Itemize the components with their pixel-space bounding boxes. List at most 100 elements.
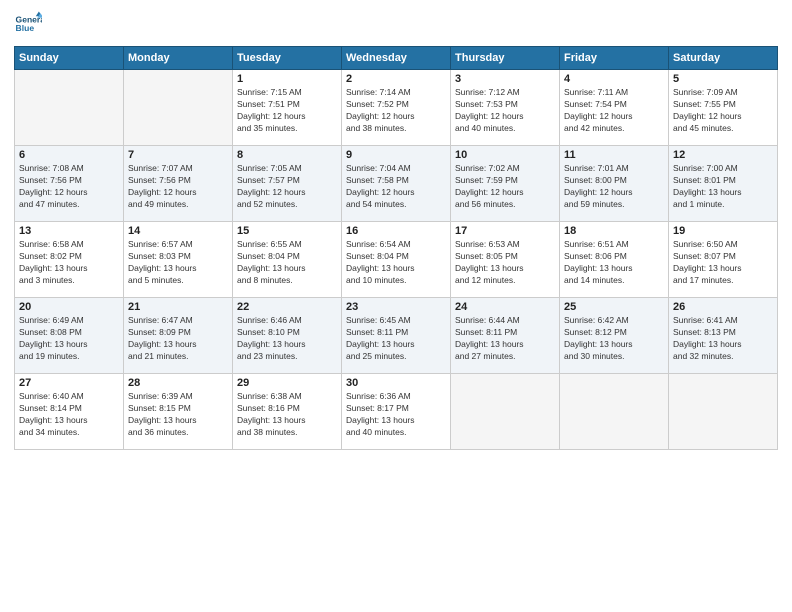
calendar-cell: 19Sunrise: 6:50 AM Sunset: 8:07 PM Dayli… xyxy=(669,222,778,298)
weekday-header-wednesday: Wednesday xyxy=(342,47,451,70)
calendar-cell: 28 Sunrise: 6:39 AM Sunset: 8:15 PM Dayli… xyxy=(124,374,233,450)
day-number: 18 xyxy=(564,225,664,237)
calendar-cell: 6 Sunrise: 7:08 AM Sunset: 7:56 PM Daylig… xyxy=(15,146,124,222)
day-number: 12 xyxy=(673,149,773,161)
day-number: 10 xyxy=(455,149,555,161)
calendar-cell: 8 Sunrise: 7:05 AM Sunset: 7:57 PM Daylig… xyxy=(233,146,342,222)
day-info: Sunrise: 6:50 AM Sunset: 8:07 PM Dayligh… xyxy=(673,239,773,287)
weekday-header-sunday: Sunday xyxy=(15,47,124,70)
day-number: 9 xyxy=(346,149,446,161)
day-number: 17 xyxy=(455,225,555,237)
day-number: 2 xyxy=(346,73,446,85)
header: General Blue xyxy=(14,10,778,38)
day-info: Sunrise: 6:36 AM Sunset: 8:17 PM Dayligh… xyxy=(346,391,446,439)
day-number: 22 xyxy=(237,301,337,313)
day-number: 24 xyxy=(455,301,555,313)
calendar-cell: 27 Sunrise: 6:40 AM Sunset: 8:14 PM Dayli… xyxy=(15,374,124,450)
day-info: Sunrise: 7:12 AM Sunset: 7:53 PM Dayligh… xyxy=(455,87,555,135)
calendar-cell: 3 Sunrise: 7:12 AM Sunset: 7:53 PM Daylig… xyxy=(451,70,560,146)
day-number: 29 xyxy=(237,377,337,389)
day-info: Sunrise: 6:39 AM Sunset: 8:15 PM Dayligh… xyxy=(128,391,228,439)
calendar-cell: 26Sunrise: 6:41 AM Sunset: 8:13 PM Dayli… xyxy=(669,298,778,374)
calendar-cell xyxy=(451,374,560,450)
calendar-cell: 17 Sunrise: 6:53 AM Sunset: 8:05 PM Dayli… xyxy=(451,222,560,298)
calendar-cell: 29 Sunrise: 6:38 AM Sunset: 8:16 PM Dayli… xyxy=(233,374,342,450)
day-info: Sunrise: 7:00 AM Sunset: 8:01 PM Dayligh… xyxy=(673,163,773,211)
day-number: 26 xyxy=(673,301,773,313)
logo: General Blue xyxy=(14,10,42,38)
day-number: 5 xyxy=(673,73,773,85)
calendar-cell: 4 Sunrise: 7:11 AM Sunset: 7:54 PM Daylig… xyxy=(560,70,669,146)
day-info: Sunrise: 6:53 AM Sunset: 8:05 PM Dayligh… xyxy=(455,239,555,287)
calendar-cell: 7Sunrise: 7:07 AM Sunset: 7:56 PM Daylig… xyxy=(124,146,233,222)
day-number: 21 xyxy=(128,301,228,313)
day-info: Sunrise: 7:02 AM Sunset: 7:59 PM Dayligh… xyxy=(455,163,555,211)
day-info: Sunrise: 6:49 AM Sunset: 8:08 PM Dayligh… xyxy=(19,315,119,363)
calendar-cell: 24 Sunrise: 6:44 AM Sunset: 8:11 PM Dayli… xyxy=(451,298,560,374)
day-info: Sunrise: 6:38 AM Sunset: 8:16 PM Dayligh… xyxy=(237,391,337,439)
day-info: Sunrise: 7:01 AM Sunset: 8:00 PM Dayligh… xyxy=(564,163,664,211)
day-info: Sunrise: 7:05 AM Sunset: 7:57 PM Dayligh… xyxy=(237,163,337,211)
day-number: 27 xyxy=(19,377,119,389)
day-number: 30 xyxy=(346,377,446,389)
calendar-cell: 16 Sunrise: 6:54 AM Sunset: 8:04 PM Dayli… xyxy=(342,222,451,298)
calendar-cell: 12 Sunrise: 7:00 AM Sunset: 8:01 PM Dayli… xyxy=(669,146,778,222)
day-info: Sunrise: 6:47 AM Sunset: 8:09 PM Dayligh… xyxy=(128,315,228,363)
day-number: 8 xyxy=(237,149,337,161)
calendar-cell: 20 Sunrise: 6:49 AM Sunset: 8:08 PM Dayli… xyxy=(15,298,124,374)
day-number: 20 xyxy=(19,301,119,313)
day-info: Sunrise: 7:04 AM Sunset: 7:58 PM Dayligh… xyxy=(346,163,446,211)
week-row-2: 6 Sunrise: 7:08 AM Sunset: 7:56 PM Daylig… xyxy=(15,146,778,222)
calendar-page: General Blue SundayMondayTuesdayWednesda… xyxy=(0,0,792,612)
weekday-header-tuesday: Tuesday xyxy=(233,47,342,70)
day-info: Sunrise: 6:51 AM Sunset: 8:06 PM Dayligh… xyxy=(564,239,664,287)
calendar-cell xyxy=(669,374,778,450)
day-number: 28 xyxy=(128,377,228,389)
week-row-3: 13 Sunrise: 6:58 AM Sunset: 8:02 PM Dayli… xyxy=(15,222,778,298)
calendar-cell: 1 Sunrise: 7:15 AM Sunset: 7:51 PM Daylig… xyxy=(233,70,342,146)
weekday-header-thursday: Thursday xyxy=(451,47,560,70)
day-info: Sunrise: 7:11 AM Sunset: 7:54 PM Dayligh… xyxy=(564,87,664,135)
day-info: Sunrise: 6:44 AM Sunset: 8:11 PM Dayligh… xyxy=(455,315,555,363)
week-row-5: 27 Sunrise: 6:40 AM Sunset: 8:14 PM Dayli… xyxy=(15,374,778,450)
day-number: 25 xyxy=(564,301,664,313)
calendar-table: SundayMondayTuesdayWednesdayThursdayFrid… xyxy=(14,46,778,450)
calendar-cell: 21 Sunrise: 6:47 AM Sunset: 8:09 PM Dayli… xyxy=(124,298,233,374)
calendar-cell: 2 Sunrise: 7:14 AM Sunset: 7:52 PM Daylig… xyxy=(342,70,451,146)
day-info: Sunrise: 7:07 AM Sunset: 7:56 PM Dayligh… xyxy=(128,163,228,211)
day-number: 3 xyxy=(455,73,555,85)
calendar-cell: 30 Sunrise: 6:36 AM Sunset: 8:17 PM Dayli… xyxy=(342,374,451,450)
calendar-cell xyxy=(15,70,124,146)
day-number: 13 xyxy=(19,225,119,237)
calendar-cell: 5 Sunrise: 7:09 AM Sunset: 7:55 PM Daylig… xyxy=(669,70,778,146)
day-info: Sunrise: 6:58 AM Sunset: 8:02 PM Dayligh… xyxy=(19,239,119,287)
day-number: 16 xyxy=(346,225,446,237)
day-info: Sunrise: 6:46 AM Sunset: 8:10 PM Dayligh… xyxy=(237,315,337,363)
week-row-4: 20 Sunrise: 6:49 AM Sunset: 8:08 PM Dayli… xyxy=(15,298,778,374)
day-info: Sunrise: 7:09 AM Sunset: 7:55 PM Dayligh… xyxy=(673,87,773,135)
day-info: Sunrise: 6:40 AM Sunset: 8:14 PM Dayligh… xyxy=(19,391,119,439)
calendar-cell: 22 Sunrise: 6:46 AM Sunset: 8:10 PM Dayli… xyxy=(233,298,342,374)
logo-icon: General Blue xyxy=(14,10,42,38)
calendar-cell: 23Sunrise: 6:45 AM Sunset: 8:11 PM Dayli… xyxy=(342,298,451,374)
day-number: 6 xyxy=(19,149,119,161)
day-number: 4 xyxy=(564,73,664,85)
calendar-cell: 14 Sunrise: 6:57 AM Sunset: 8:03 PM Dayli… xyxy=(124,222,233,298)
svg-text:Blue: Blue xyxy=(16,23,35,33)
day-info: Sunrise: 6:42 AM Sunset: 8:12 PM Dayligh… xyxy=(564,315,664,363)
day-number: 1 xyxy=(237,73,337,85)
day-number: 11 xyxy=(564,149,664,161)
calendar-cell: 13 Sunrise: 6:58 AM Sunset: 8:02 PM Dayli… xyxy=(15,222,124,298)
calendar-cell xyxy=(124,70,233,146)
calendar-cell: 11 Sunrise: 7:01 AM Sunset: 8:00 PM Dayli… xyxy=(560,146,669,222)
day-info: Sunrise: 7:08 AM Sunset: 7:56 PM Dayligh… xyxy=(19,163,119,211)
weekday-header-friday: Friday xyxy=(560,47,669,70)
day-info: Sunrise: 7:14 AM Sunset: 7:52 PM Dayligh… xyxy=(346,87,446,135)
day-info: Sunrise: 7:15 AM Sunset: 7:51 PM Dayligh… xyxy=(237,87,337,135)
calendar-cell: 9 Sunrise: 7:04 AM Sunset: 7:58 PM Daylig… xyxy=(342,146,451,222)
day-info: Sunrise: 6:57 AM Sunset: 8:03 PM Dayligh… xyxy=(128,239,228,287)
day-number: 15 xyxy=(237,225,337,237)
week-row-1: 1 Sunrise: 7:15 AM Sunset: 7:51 PM Daylig… xyxy=(15,70,778,146)
day-info: Sunrise: 6:54 AM Sunset: 8:04 PM Dayligh… xyxy=(346,239,446,287)
day-number: 14 xyxy=(128,225,228,237)
